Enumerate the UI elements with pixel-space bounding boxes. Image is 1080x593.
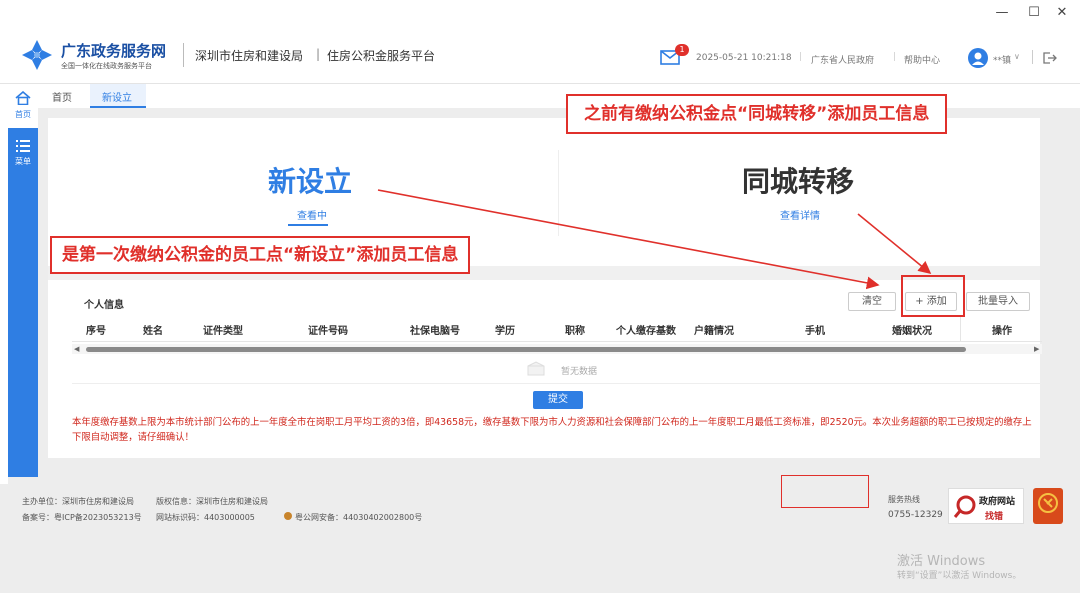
activate-windows-subtitle: 转到“设置”以激活 Windows。 — [897, 571, 1022, 581]
emblem-icon — [1038, 493, 1058, 513]
activate-windows-title: 激活 Windows — [897, 554, 986, 569]
police-badge-icon — [284, 512, 292, 520]
highlight-add-button — [901, 275, 965, 317]
magnifier-icon — [953, 495, 976, 518]
footer-host: 主办单位：深圳市住房和建设局 — [22, 497, 134, 506]
arrow-to-add-2 — [857, 213, 932, 275]
annotation-new: 是第一次缴纳公积金的员工点“新设立”添加员工信息 — [50, 236, 471, 274]
party-badge-icon[interactable] — [1033, 488, 1063, 524]
footer-police[interactable]: 粤公网安备：44030402002800号 — [295, 512, 422, 523]
highlight-box — [781, 475, 869, 508]
footer-service-phone: 0755-12329 — [888, 510, 943, 520]
gov-site-text: 政府网站 — [979, 497, 1016, 507]
annotation-transfer: 之前有缴纳公积金点“同城转移”添加员工信息 — [566, 94, 948, 134]
footer-site-id: 网站标识码：4403000005 — [156, 513, 255, 522]
gov-site-error-badge[interactable]: 政府网站 找错 — [948, 488, 1024, 524]
gov-site-error-text: 找错 — [985, 512, 1004, 522]
footer-icp[interactable]: 备案号：粤ICP备2023053213号 — [22, 512, 142, 523]
footer-copyright: 版权信息：深圳市住房和建设局 — [156, 497, 268, 506]
footer-service-label: 服务热线 — [888, 495, 920, 504]
